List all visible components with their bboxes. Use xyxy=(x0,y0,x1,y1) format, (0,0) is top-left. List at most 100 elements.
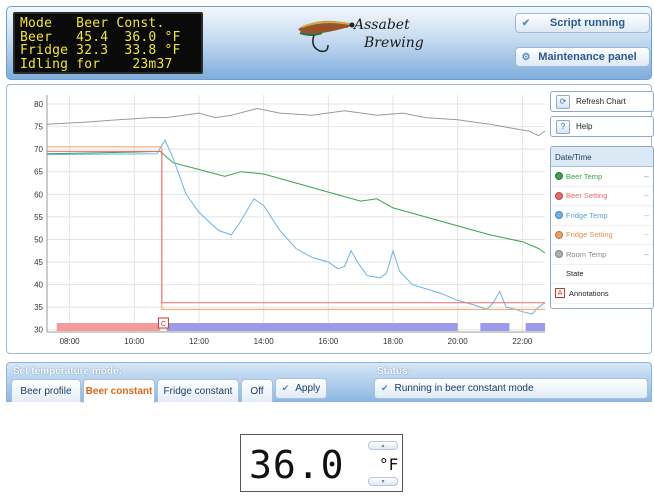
state-segment xyxy=(480,323,510,331)
legend-value: -- xyxy=(644,171,649,181)
legend-dot xyxy=(555,230,563,239)
increment-button[interactable]: ▲ xyxy=(368,441,398,450)
legend-value: -- xyxy=(644,230,649,240)
legend-item-fridge-temp[interactable]: Fridge Temp -- xyxy=(551,206,653,226)
maintenance-panel-label: Maintenance panel xyxy=(538,51,637,63)
chevron-up-icon: ▲ xyxy=(380,442,386,449)
script-running-button[interactable]: ✔ Script running xyxy=(515,13,650,33)
legend-item-beer-setting[interactable]: Beer Setting -- xyxy=(551,187,653,206)
legend-value: -- xyxy=(644,210,649,220)
y-tick-label: 75 xyxy=(34,123,43,132)
legend-label: Beer Temp xyxy=(566,171,603,181)
x-tick-label: 12:00 xyxy=(189,337,210,346)
decrement-button[interactable]: ▼ xyxy=(368,477,398,486)
annotation-label: C xyxy=(161,321,166,328)
refresh-icon: ⟳ xyxy=(556,94,570,109)
lcd-display: Mode Beer Const. Beer 45.4 36.0 °F Fridg… xyxy=(13,12,203,74)
temperature-chart[interactable]: 30 35 40 45 50 55 60 65 70 75 80 08:00 10:00 12:00 14:… xyxy=(7,85,547,353)
y-tick-label: 35 xyxy=(34,303,43,312)
state-segment xyxy=(525,323,545,331)
legend-dot xyxy=(555,211,563,220)
tab-fridge-constant[interactable]: Fridge constant xyxy=(157,379,239,402)
tab-beer-constant[interactable]: Beer constant xyxy=(83,379,155,403)
check-icon: ✔ xyxy=(521,17,531,29)
y-tick-label: 40 xyxy=(34,281,43,290)
check-icon: ✔ xyxy=(281,383,290,393)
x-tick-label: 08:00 xyxy=(60,337,81,346)
setpoint-value: 36.0 xyxy=(249,443,345,487)
legend-label: Fridge Temp xyxy=(566,210,608,220)
logo-text-line2: Brewing xyxy=(364,35,424,51)
status-display: ✔ Running in beer constant mode xyxy=(374,378,648,399)
x-tick-label: 22:00 xyxy=(512,337,533,346)
legend-label: Beer Setting xyxy=(566,191,608,201)
status-text: Running in beer constant mode xyxy=(394,383,534,394)
legend-header: Date/Time xyxy=(551,147,653,167)
x-tick-label: 20:00 xyxy=(448,337,469,346)
y-tick-label: 60 xyxy=(34,190,43,199)
y-tick-label: 65 xyxy=(34,168,43,177)
header-bar: Mode Beer Const. Beer 45.4 36.0 °F Fridg… xyxy=(6,6,652,80)
wrench-icon: ⚙ xyxy=(521,51,531,63)
legend-dot xyxy=(555,269,563,278)
legend-item-fridge-setting[interactable]: Fridge Setting -- xyxy=(551,226,653,245)
legend-item-annotations[interactable]: A Annotations xyxy=(551,284,653,304)
legend-dot xyxy=(555,250,563,259)
state-segment xyxy=(166,323,458,331)
series-line-beer-temp xyxy=(46,150,546,254)
series-line-fridge-temp xyxy=(46,139,546,315)
apply-label: Apply xyxy=(295,383,321,394)
legend-label: State xyxy=(566,269,584,279)
refresh-chart-label: Refresh Chart xyxy=(576,97,626,106)
control-panel: Set temperature mode: Status: Beer profi… xyxy=(6,362,652,403)
script-running-label: Script running xyxy=(549,17,626,29)
x-tick-label: 10:00 xyxy=(124,337,145,346)
help-button[interactable]: ? Help xyxy=(550,116,654,137)
mode-title: Set temperature mode: xyxy=(13,366,122,377)
maintenance-panel-button[interactable]: ⚙ Maintenance panel xyxy=(515,47,650,67)
y-tick-label: 30 xyxy=(34,326,43,335)
brand-logo: Assabet Brewing xyxy=(292,11,442,61)
y-tick-label: 55 xyxy=(34,213,43,222)
help-label: Help xyxy=(576,122,593,131)
help-icon: ? xyxy=(556,119,570,134)
legend-dot xyxy=(555,172,563,181)
legend-item-room-temp[interactable]: Room Temp -- xyxy=(551,245,653,265)
series-line-room-temp xyxy=(46,107,546,137)
legend-value: -- xyxy=(644,249,649,259)
tab-off[interactable]: Off xyxy=(241,379,273,402)
legend-label: Annotations xyxy=(569,288,609,298)
logo-text-line1: Assabet xyxy=(354,17,410,33)
legend-dot xyxy=(555,191,563,200)
lcd-line-beer: Beer 45.4 36.0 °F xyxy=(20,29,181,45)
annotation-icon: A xyxy=(555,288,565,299)
check-icon: ✔ xyxy=(381,383,389,393)
lcd-line-mode: Mode Beer Const. xyxy=(20,16,165,31)
tab-beer-profile[interactable]: Beer profile xyxy=(11,379,81,402)
apply-button[interactable]: ✔ Apply xyxy=(275,378,327,399)
y-tick-label: 50 xyxy=(34,235,43,244)
setpoint-input[interactable]: 36.0 °F ▲ ▼ xyxy=(240,434,403,492)
setpoint-unit: °F xyxy=(379,455,399,474)
y-tick-label: 70 xyxy=(34,145,43,154)
x-tick-label: 18:00 xyxy=(383,337,404,346)
chart-legend: Date/Time Beer Temp -- Beer Setting -- F… xyxy=(550,146,654,309)
x-tick-label: 16:00 xyxy=(318,337,339,346)
lcd-line-state: Idling for 23m37 xyxy=(20,56,173,72)
status-title: Status: xyxy=(377,366,411,377)
x-tick-label: 14:00 xyxy=(254,337,275,346)
legend-label: Room Temp xyxy=(566,249,607,259)
fly-lure-icon xyxy=(298,20,355,53)
legend-value: -- xyxy=(644,191,649,201)
lcd-line-fridge: Fridge 32.3 33.8 °F xyxy=(20,43,181,58)
state-segment xyxy=(56,323,161,331)
legend-item-beer-temp[interactable]: Beer Temp -- xyxy=(551,167,653,187)
chevron-down-icon: ▼ xyxy=(380,478,386,485)
y-tick-label: 45 xyxy=(34,258,43,267)
refresh-chart-button[interactable]: ⟳ Refresh Chart xyxy=(550,91,654,112)
series-line-beer-setting xyxy=(47,150,545,304)
y-tick-label: 80 xyxy=(34,100,43,109)
legend-label: Fridge Setting xyxy=(566,230,613,240)
temperature-chart-panel: 30 35 40 45 50 55 60 65 70 75 80 08:00 10:00 12:00 14:… xyxy=(6,84,654,354)
legend-item-state[interactable]: State xyxy=(551,265,653,284)
